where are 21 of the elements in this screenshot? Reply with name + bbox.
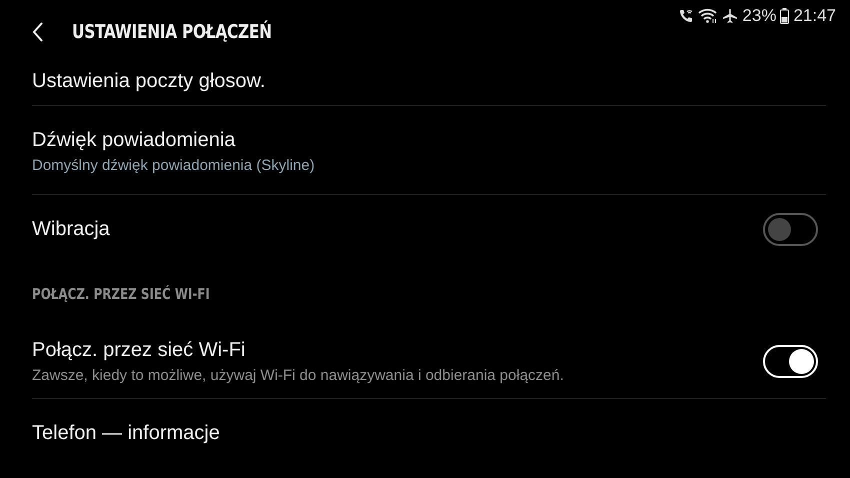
wifi-call-icon	[678, 8, 694, 24]
item-summary: Domyślny dźwięk powiadomienia (Skyline)	[32, 156, 315, 174]
item-label: Wibracja	[32, 218, 110, 240]
airplane-icon	[722, 8, 738, 24]
wifi-icon	[698, 8, 718, 24]
battery-percent: 23%	[742, 6, 776, 26]
clock: 21:47	[793, 6, 836, 26]
screen-title: USTAWIENIA POŁĄCZEŃ	[72, 21, 272, 43]
battery-icon	[780, 8, 790, 24]
settings-item[interactable]: Dźwięk powiadomienia Domyślny dźwięk powiadomienia (Skyline)	[32, 106, 826, 195]
settings-item[interactable]: Wibracja	[32, 195, 826, 263]
section-header: POŁĄCZ. PRZEZ SIEĆ WI-FI	[32, 284, 210, 304]
toggle-switch[interactable]	[763, 212, 818, 246]
item-label: Telefon — informacje	[32, 422, 220, 444]
settings-item[interactable]: Telefon — informacje	[32, 399, 826, 467]
item-summary: Zawsze, kiedy to możliwe, używaj Wi-Fi do nawiązywania i odbierania połączeń.	[32, 366, 564, 384]
item-label: Dźwięk powiadomienia	[32, 128, 236, 152]
settings-item[interactable]: Ustawienia poczty głosow.	[32, 58, 826, 106]
settings-item[interactable]: Połącz. przez sieć Wi-Fi Zawsze, kiedy to możliwe, używaj Wi-Fi do nawiązywania i odbierania połączeń.	[32, 322, 826, 399]
item-label: Połącz. przez sieć Wi-Fi	[32, 338, 246, 362]
item-label: Ustawienia poczty głosow.	[32, 70, 266, 93]
